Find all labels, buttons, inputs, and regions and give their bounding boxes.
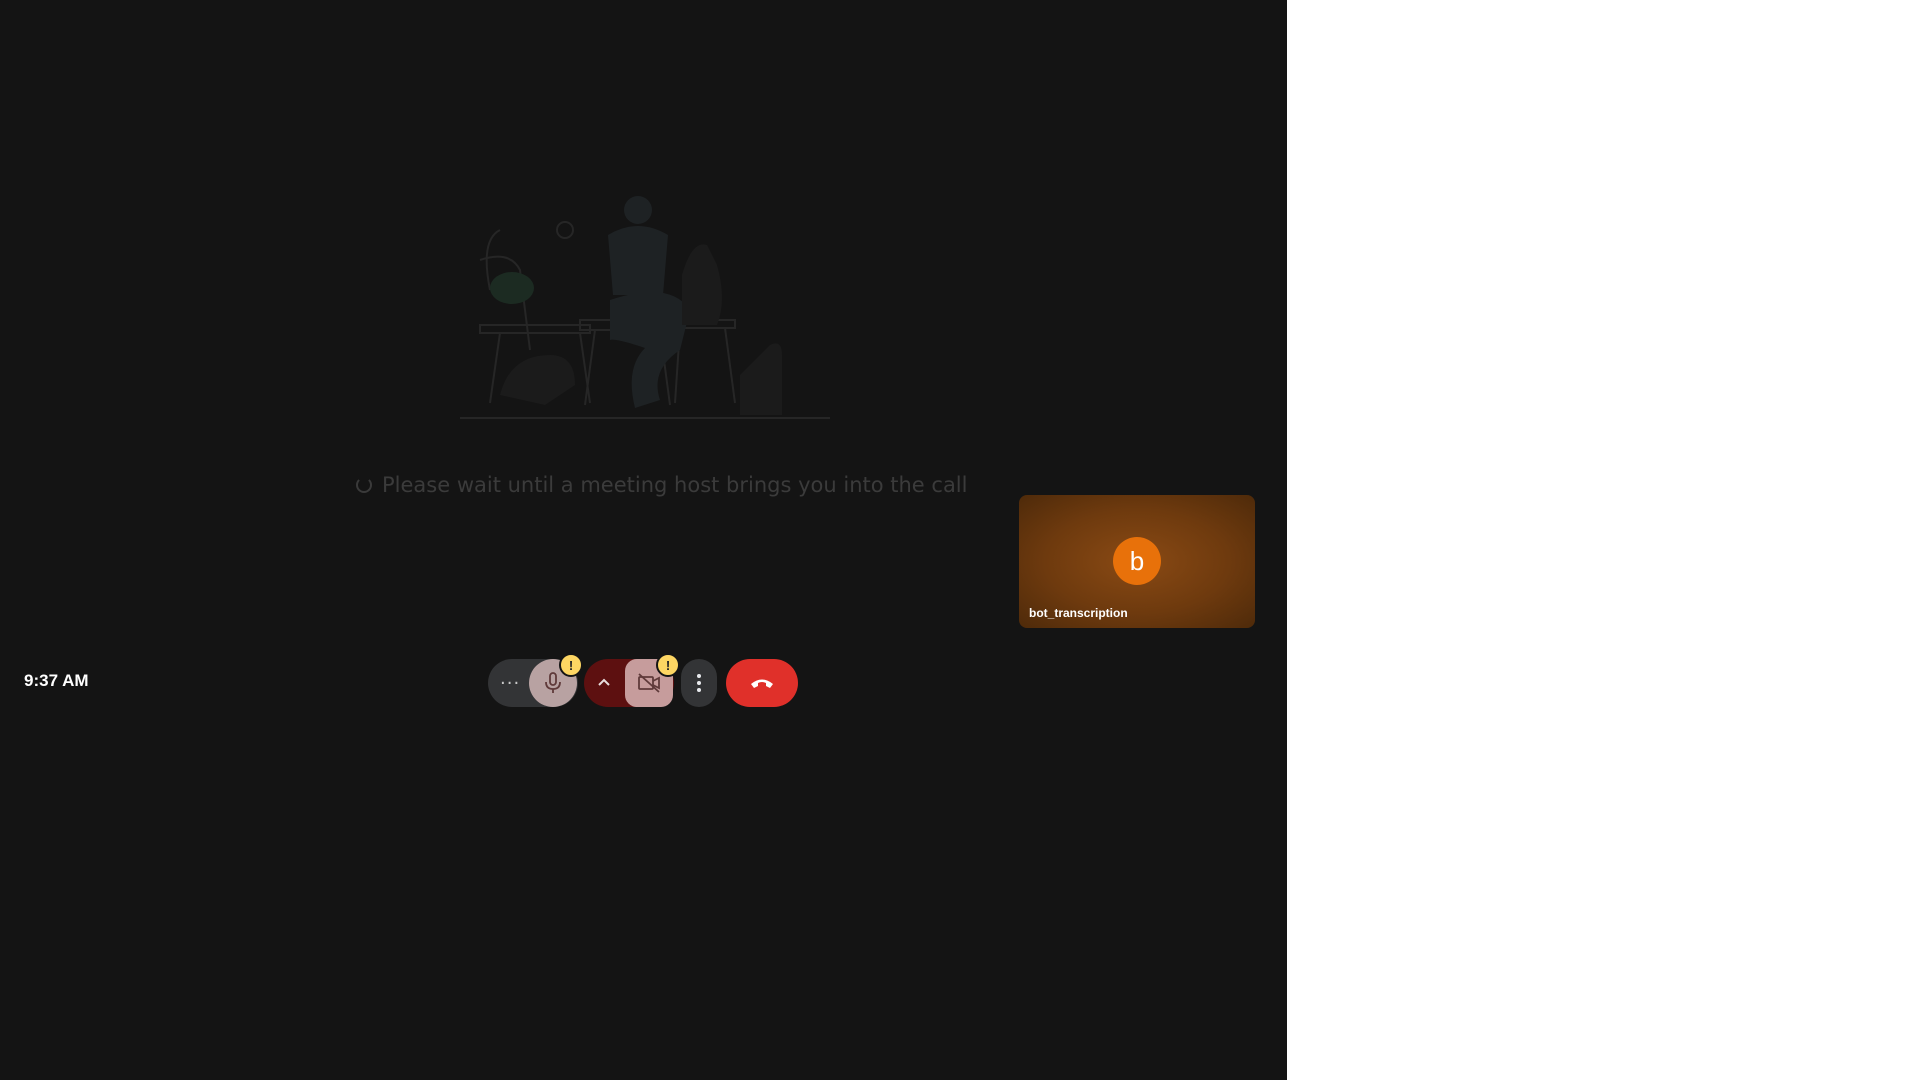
self-view-tile[interactable]: b bot_transcription bbox=[1019, 495, 1255, 628]
camera-warning-badge: ! bbox=[656, 653, 680, 677]
loading-spinner-icon bbox=[356, 477, 372, 493]
chevron-up-icon bbox=[598, 678, 610, 686]
mic-warning-badge: ! bbox=[559, 653, 583, 677]
more-vert-icon bbox=[697, 674, 701, 692]
microphone-icon bbox=[545, 672, 561, 693]
waiting-message-row: Please wait until a meeting host brings … bbox=[356, 470, 967, 500]
meeting-clock: 9:37 AM bbox=[24, 671, 89, 690]
empty-panel bbox=[1287, 0, 1920, 1080]
more-horiz-icon: ··· bbox=[500, 672, 521, 694]
waiting-room-illustration bbox=[460, 196, 830, 419]
waiting-message: Please wait until a meeting host brings … bbox=[382, 473, 968, 497]
call-end-icon bbox=[751, 679, 773, 688]
meeting-stage: Please wait until a meeting host brings … bbox=[0, 0, 1287, 1080]
camera-off-icon bbox=[638, 673, 660, 693]
participant-name: bot_transcription bbox=[1029, 606, 1128, 620]
leave-call-button[interactable] bbox=[726, 659, 798, 707]
avatar: b bbox=[1113, 537, 1161, 585]
more-options-button[interactable] bbox=[681, 659, 717, 707]
